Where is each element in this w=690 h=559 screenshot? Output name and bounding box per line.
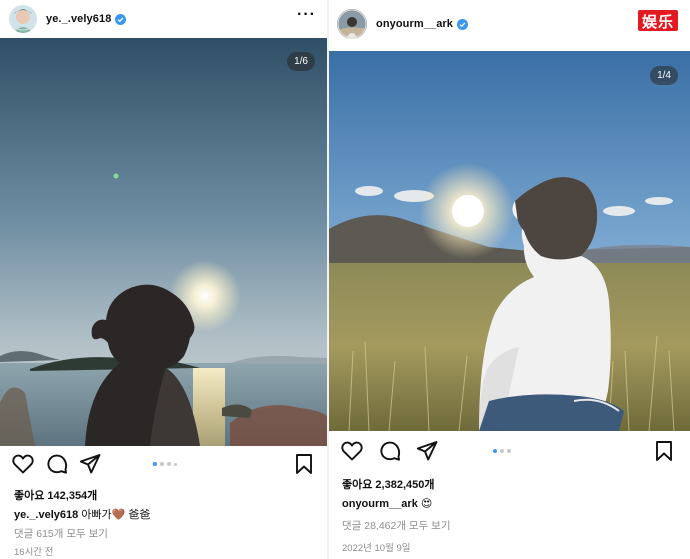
right-post: onyourm__ark 娱乐 1/4 좋아요 2,382,450개 onyou… [329, 0, 690, 559]
post-photo[interactable]: 1/6 [0, 38, 327, 446]
heart-icon[interactable] [340, 439, 364, 463]
carousel-dot [160, 462, 164, 466]
caption: ye._.vely618 아빠가🤎 爸爸 [14, 506, 150, 522]
carousel-dot [500, 449, 504, 453]
carousel-dot [153, 462, 157, 466]
media-counter: 1/6 [287, 52, 315, 71]
bookmark-icon[interactable] [292, 452, 316, 476]
post-header: onyourm__ark 娱乐 [329, 0, 690, 48]
caption-username[interactable]: ye._.vely618 [14, 509, 78, 521]
post-time: 16시간 전 [14, 547, 54, 558]
username[interactable]: ye._.vely618 [46, 13, 111, 25]
username[interactable]: onyourm__ark [376, 18, 453, 30]
caption-text: 😍 [420, 498, 433, 510]
view-comments-link[interactable]: 댓글 28,462개 모두 보기 [342, 518, 451, 533]
left-post: ye._.vely618 ··· 1/6 좋아요 142,354개 ye._.v… [0, 0, 327, 559]
comment-icon[interactable] [45, 452, 69, 476]
carousel-dots [153, 462, 177, 466]
likes-count[interactable]: 좋아요 2,382,450개 [342, 476, 434, 492]
view-comments-link[interactable]: 댓글 615개 모두 보기 [14, 526, 108, 541]
share-icon[interactable] [78, 452, 102, 476]
verified-icon [457, 18, 469, 30]
post-header: ye._.vely618 ··· [0, 0, 327, 38]
watermark-logo: 娱乐 [637, 10, 678, 31]
bookmark-icon[interactable] [652, 439, 676, 463]
likes-count[interactable]: 좋아요 142,354개 [14, 487, 97, 503]
caption-text: 아빠가🤎 爸爸 [81, 509, 151, 521]
action-bar [329, 439, 690, 467]
share-icon[interactable] [415, 439, 439, 463]
carousel-dots [493, 449, 511, 453]
caption-username[interactable]: onyourm__ark [342, 498, 418, 510]
carousel-dot [167, 462, 171, 466]
post-photo[interactable]: 1/4 [329, 51, 690, 431]
caption: onyourm__ark 😍 [342, 497, 432, 510]
more-icon[interactable]: ··· [297, 6, 316, 24]
comment-icon[interactable] [378, 439, 402, 463]
media-counter: 1/4 [650, 66, 678, 85]
avatar[interactable] [337, 9, 367, 39]
carousel-dot [493, 449, 497, 453]
carousel-dot [507, 449, 511, 453]
heart-icon[interactable] [11, 452, 35, 476]
verified-icon [115, 13, 127, 25]
avatar[interactable] [9, 5, 37, 33]
action-bar [0, 452, 327, 480]
post-time: 2022년 10월 9일 [342, 543, 411, 554]
carousel-dot [174, 462, 177, 466]
